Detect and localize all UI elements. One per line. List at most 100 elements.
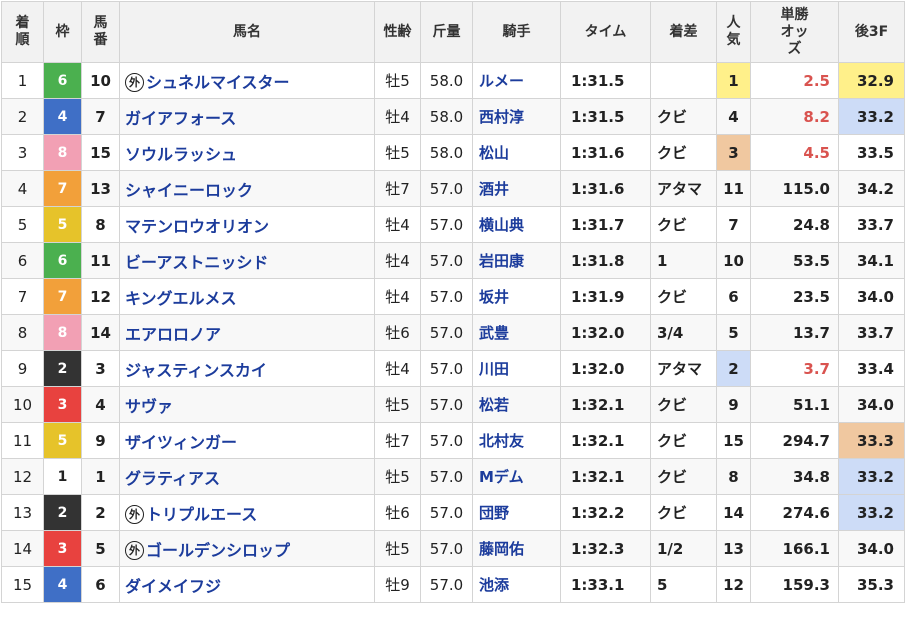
horse-name-link[interactable]: ゴールデンシロップ <box>146 541 290 560</box>
foreign-horse-mark: 外 <box>125 72 144 92</box>
sex-age-cell: 牡4 <box>374 206 421 243</box>
horse-name-cell[interactable]: マテンロウオリオン <box>119 206 375 243</box>
header-horse-number: 馬番 <box>81 1 120 63</box>
popularity-cell: 10 <box>716 242 751 279</box>
horse-name-link[interactable]: シャイニーロック <box>125 181 253 200</box>
frame-cell: 3 <box>43 386 82 423</box>
jockey-cell[interactable]: 酒井 <box>472 170 561 207</box>
jockey-cell[interactable]: 横山典 <box>472 206 561 243</box>
frame-cell: 4 <box>43 566 82 603</box>
jockey-cell[interactable]: 池添 <box>472 566 561 603</box>
jockey-cell[interactable]: 西村淳 <box>472 98 561 135</box>
table-row: 12 1 1 グラティアス 牡5 57.0 Mデム 1:32.1 クビ 8 34.8 33.2 <box>1 458 905 495</box>
frame-cell: 7 <box>43 278 82 315</box>
last-3f-cell: 33.2 <box>838 494 905 531</box>
horse-name-link[interactable]: シュネルマイスター <box>146 73 290 92</box>
popularity-cell: 8 <box>716 458 751 495</box>
win-odds-cell: 53.5 <box>750 242 839 279</box>
frame-cell: 6 <box>43 242 82 279</box>
last-3f-cell: 33.2 <box>838 98 905 135</box>
horse-name-cell[interactable]: 外シュネルマイスター <box>119 62 375 99</box>
table-row: 2 4 7 ガイアフォース 牡4 58.0 西村淳 1:31.5 クビ 4 8.2 33.2 <box>1 98 905 135</box>
horse-name-link[interactable]: トリプルエース <box>146 505 257 524</box>
frame-cell: 4 <box>43 98 82 135</box>
jockey-cell[interactable]: Mデム <box>472 458 561 495</box>
jockey-cell[interactable]: 藤岡佑 <box>472 530 561 567</box>
win-odds-cell: 2.5 <box>750 62 839 99</box>
rank-cell: 13 <box>1 494 44 531</box>
weight-cell: 57.0 <box>420 386 473 423</box>
horse-name-link[interactable]: ガイアフォース <box>125 109 236 128</box>
sex-age-cell: 牡6 <box>374 314 421 351</box>
header-sex-age: 性齢 <box>374 1 421 63</box>
horse-name-link[interactable]: ジャスティンスカイ <box>125 361 267 380</box>
horse-number-cell: 6 <box>81 566 120 603</box>
rank-cell: 8 <box>1 314 44 351</box>
horse-name-cell[interactable]: 外トリプルエース <box>119 494 375 531</box>
horse-name-cell[interactable]: サヴァ <box>119 386 375 423</box>
horse-name-link[interactable]: キングエルメス <box>125 289 237 308</box>
margin-cell <box>650 62 717 99</box>
win-odds-cell: 294.7 <box>750 422 839 459</box>
horse-name-cell[interactable]: シャイニーロック <box>119 170 375 207</box>
weight-cell: 57.0 <box>420 242 473 279</box>
rank-cell: 14 <box>1 530 44 567</box>
jockey-cell[interactable]: 武豊 <box>472 314 561 351</box>
horse-name-link[interactable]: ビーアストニッシド <box>125 253 268 272</box>
weight-cell: 57.0 <box>420 494 473 531</box>
frame-cell: 3 <box>43 530 82 567</box>
race-result-table: 着順 枠 馬番 馬名 性齢 斤量 騎手 タイム 着差 人気 単勝オッズ 後3F … <box>1 1 905 603</box>
weight-cell: 57.0 <box>420 170 473 207</box>
horse-number-cell: 4 <box>81 386 120 423</box>
horse-name-cell[interactable]: ザイツィンガー <box>119 422 375 459</box>
horse-name-link[interactable]: グラティアス <box>125 469 220 488</box>
horse-number-cell: 13 <box>81 170 120 207</box>
jockey-cell[interactable]: 松若 <box>472 386 561 423</box>
last-3f-cell: 35.3 <box>838 566 905 603</box>
horse-name-cell[interactable]: 外ゴールデンシロップ <box>119 530 375 567</box>
horse-number-cell: 12 <box>81 278 120 315</box>
sex-age-cell: 牡5 <box>374 458 421 495</box>
weight-cell: 57.0 <box>420 422 473 459</box>
margin-cell: クビ <box>650 422 717 459</box>
frame-cell: 7 <box>43 170 82 207</box>
margin-cell: クビ <box>650 278 717 315</box>
margin-cell: 1 <box>650 242 717 279</box>
sex-age-cell: 牡4 <box>374 278 421 315</box>
jockey-cell[interactable]: 北村友 <box>472 422 561 459</box>
horse-number-cell: 10 <box>81 62 120 99</box>
horse-name-cell[interactable]: キングエルメス <box>119 278 375 315</box>
win-odds-cell: 159.3 <box>750 566 839 603</box>
win-odds-cell: 3.7 <box>750 350 839 387</box>
jockey-cell[interactable]: ルメー <box>472 62 561 99</box>
horse-name-link[interactable]: ダイメイフジ <box>125 577 221 596</box>
horse-name-link[interactable]: マテンロウオリオン <box>125 217 269 236</box>
jockey-cell[interactable]: 岩田康 <box>472 242 561 279</box>
frame-cell: 8 <box>43 134 82 171</box>
horse-name-link[interactable]: エアロロノア <box>125 325 221 344</box>
weight-cell: 58.0 <box>420 62 473 99</box>
horse-name-cell[interactable]: ビーアストニッシド <box>119 242 375 279</box>
horse-name-cell[interactable]: グラティアス <box>119 458 375 495</box>
jockey-cell[interactable]: 団野 <box>472 494 561 531</box>
horse-number-cell: 7 <box>81 98 120 135</box>
horse-name-cell[interactable]: ジャスティンスカイ <box>119 350 375 387</box>
horse-name-cell[interactable]: エアロロノア <box>119 314 375 351</box>
jockey-cell[interactable]: 坂井 <box>472 278 561 315</box>
horse-name-cell[interactable]: ダイメイフジ <box>119 566 375 603</box>
jockey-cell[interactable]: 松山 <box>472 134 561 171</box>
horse-name-link[interactable]: ザイツィンガー <box>125 433 237 452</box>
horse-name-link[interactable]: ソウルラッシュ <box>125 145 237 164</box>
horse-name-cell[interactable]: ソウルラッシュ <box>119 134 375 171</box>
header-last-3f: 後3F <box>838 1 905 63</box>
jockey-cell[interactable]: 川田 <box>472 350 561 387</box>
horse-name-link[interactable]: サヴァ <box>125 397 173 416</box>
time-cell: 1:31.6 <box>560 170 651 207</box>
last-3f-cell: 33.2 <box>838 458 905 495</box>
win-odds-cell: 8.2 <box>750 98 839 135</box>
popularity-cell: 14 <box>716 494 751 531</box>
header-frame: 枠 <box>43 1 82 63</box>
rank-cell: 7 <box>1 278 44 315</box>
win-odds-cell: 24.8 <box>750 206 839 243</box>
horse-name-cell[interactable]: ガイアフォース <box>119 98 375 135</box>
